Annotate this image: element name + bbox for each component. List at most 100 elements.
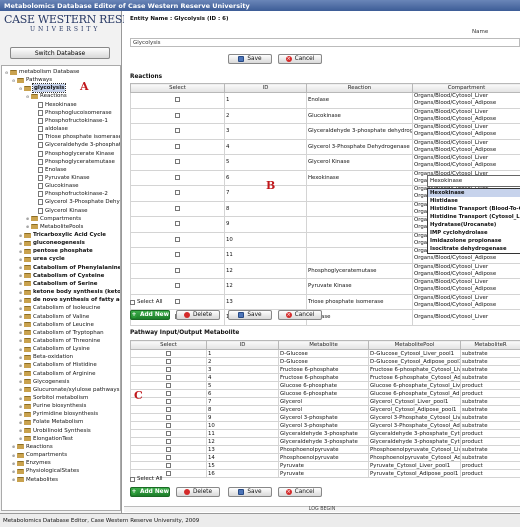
metabolite-metabolite[interactable]: Glyceraldehyde 3-phosphate (278, 429, 369, 438)
row-checkbox[interactable] (166, 422, 171, 428)
tree-node[interactable]: Hexokinase (32, 101, 77, 109)
reactions-select-all[interactable]: Select All (130, 299, 163, 305)
row-checkbox[interactable] (166, 470, 171, 476)
tree-node[interactable]: ⊕ Glucuronate/xylulose pathways (18, 386, 120, 394)
reaction-name[interactable]: Glycerol 3-Phosphate Dehydrogenase (306, 138, 413, 155)
col-metabolite-pool[interactable]: MetabolitePool (368, 340, 461, 350)
reaction-name[interactable]: Pyruvate Kinase (306, 278, 413, 295)
metabolite-pool[interactable]: D-Glucose_Cytosol_Adipose_pool1 (368, 357, 461, 366)
row-checkbox[interactable] (166, 366, 171, 372)
reaction-compartment[interactable]: Organs/Blood/Cytosol_LiverOrgans/Blood/C… (412, 138, 520, 155)
table-row[interactable]: 15 Pyruvate Pyruvate_Cytosol_Liver_pool1 pr… (130, 461, 520, 470)
tree-node[interactable]: ⊕ ElongationTest (18, 435, 73, 443)
reaction-name[interactable] (306, 247, 413, 264)
select-all-checkbox[interactable] (130, 299, 135, 305)
collapse-icon[interactable]: ⊖ (4, 70, 9, 75)
tree-node[interactable]: ⊕ PhysiologicalStates (11, 467, 79, 475)
tree-node[interactable]: Pyruvate Kinase (32, 174, 89, 182)
row-checkbox[interactable] (166, 358, 171, 364)
metabolite-role[interactable]: product (460, 437, 520, 446)
reaction-compartment[interactable]: Organs/Blood/Cytosol_LiverOrgans/Blood/C… (412, 154, 520, 171)
row-checkbox[interactable] (166, 398, 171, 404)
expand-icon[interactable]: ⊕ (18, 338, 23, 343)
metabolite-role[interactable]: substrate (460, 397, 520, 406)
metabolite-pool[interactable]: Glycerol 3-Phosphate_Cytosol_Adi... (368, 421, 461, 430)
save-reactions-button[interactable]: Save (228, 310, 272, 320)
tree-node[interactable]: Glycerol 3-Phosphate Dehy (32, 198, 120, 206)
tree-node[interactable]: Phosphoglucoisomerase (32, 109, 112, 117)
table-row[interactable]: 12 Pyruvate Kinase Organs/Blood/Cytosol_Li… (130, 278, 520, 295)
expand-icon[interactable]: ⊕ (18, 281, 23, 286)
reaction-name[interactable]: Phosphoglyceratemutase (306, 262, 413, 279)
table-row[interactable]: 1 Enolase Organs/Blood/Cytosol_Liver Organs… (130, 92, 520, 109)
tree-node[interactable]: Phosphofructokinase-2 (32, 190, 108, 198)
row-checkbox[interactable] (175, 267, 180, 273)
metabolite-metabolite[interactable]: Phosphoenolpyruvate (278, 453, 369, 462)
metabolite-metabolite[interactable]: D-Glucose (278, 357, 369, 366)
table-row[interactable]: 10 Glycerol 3-phosphate Glycerol 3-Phospha… (130, 421, 520, 430)
expand-icon[interactable]: ⊕ (18, 379, 23, 384)
col-id[interactable]: ID (224, 83, 307, 93)
metabolite-role[interactable]: substrate (460, 413, 520, 422)
table-row[interactable]: 9 Glycerol 3-phosphate Glycerol 3-Phosphat… (130, 413, 520, 422)
expand-icon[interactable]: ⊕ (18, 420, 23, 425)
metabolite-role[interactable]: product (460, 469, 520, 478)
select-all-checkbox[interactable] (130, 476, 135, 482)
table-row[interactable]: 13 Phosphoenolpyruvate Phosphoenolpyruvate… (130, 445, 520, 454)
row-checkbox[interactable] (175, 112, 180, 118)
switch-database-button[interactable]: Switch Database (10, 47, 110, 59)
collapse-icon[interactable] (32, 102, 37, 107)
metabolite-role[interactable]: substrate (460, 453, 520, 462)
row-checkbox[interactable] (175, 97, 180, 103)
collapse-icon[interactable] (32, 200, 37, 205)
table-row[interactable]: 11 Glyceraldehyde 3-phosphate Glyceraldehy… (130, 429, 520, 438)
table-row[interactable]: 13 Triose phosphate isomerase Organs/Blood… (130, 293, 520, 310)
add-new-reaction-button[interactable]: + Add New (130, 310, 170, 320)
tree-node[interactable]: ⊕ Catabolism of Leucine (18, 321, 94, 329)
row-checkbox[interactable] (166, 414, 171, 420)
tree-node[interactable]: ⊕ Pyrimidine biosynthesis (18, 410, 98, 418)
row-checkbox[interactable] (175, 190, 180, 196)
tree-node[interactable]: ⊕ Enzymes (11, 459, 51, 467)
reaction-compartment[interactable]: Organs/Blood/Cytosol_LiverOrgans/Blood/C… (412, 107, 520, 124)
reaction-compartment[interactable]: Organs/Blood/Cytosol_LiverOrgans/Blood/C… (412, 262, 520, 279)
expand-icon[interactable]: ⊕ (18, 241, 23, 246)
metabolite-pool[interactable]: Fructose 6-phosphate_Cytosol_Liv... (368, 365, 461, 374)
expand-icon[interactable]: ⊕ (18, 306, 23, 311)
metabolite-role[interactable]: substrate (460, 405, 520, 414)
dropdown-option[interactable]: Histidase (428, 197, 520, 205)
save-metabolites-button[interactable]: Save (228, 487, 272, 497)
expand-icon[interactable]: ⊕ (11, 461, 16, 466)
col-select[interactable]: Select (130, 83, 225, 93)
tree-node[interactable]: ⊕ Catabolism of Isoleucine (18, 304, 101, 312)
col-compartment[interactable]: Compartment (412, 83, 520, 93)
tree-node[interactable]: ⊕ Catabolism of Lysine (18, 345, 90, 353)
collapse-icon[interactable]: ⊖ (11, 78, 16, 83)
reaction-name[interactable]: Triose phosphate isomerase (306, 293, 413, 310)
tree-node[interactable]: ⊕ Catabolism of Arginine (18, 370, 96, 378)
delete-metabolite-button[interactable]: Delete (176, 487, 220, 497)
tree-node[interactable]: ⊕ Catabolism of Valine (18, 313, 90, 321)
metabolite-metabolite[interactable]: Glycerol 3-phosphate (278, 413, 369, 422)
row-checkbox[interactable] (175, 128, 180, 134)
collapse-icon[interactable]: ⊖ (25, 94, 30, 99)
metabolite-pool[interactable]: Fructose 6-phosphate_Cytosol_Adi... (368, 373, 461, 382)
metabolite-metabolite[interactable]: Glucose 6-phosphate (278, 389, 369, 398)
metabolite-role[interactable]: substrate (460, 421, 520, 430)
expand-icon[interactable]: ⊕ (18, 330, 23, 335)
collapse-icon[interactable] (32, 184, 37, 189)
metabolite-pool[interactable]: Glycerol 3-Phosphate_Cytosol_Liv... (368, 413, 461, 422)
metabolite-metabolite[interactable]: Glyceraldehyde 3-phosphate (278, 437, 369, 446)
reaction-name[interactable] (306, 200, 413, 217)
tree-node[interactable]: ⊕ de novo synthesis of fatty acids (18, 296, 120, 304)
expand-icon[interactable]: ⊕ (25, 216, 30, 221)
collapse-icon[interactable] (32, 151, 37, 156)
col-id[interactable]: ID (206, 340, 279, 350)
delete-reaction-button[interactable]: Delete (176, 310, 220, 320)
col-select[interactable]: Select (130, 340, 207, 350)
reaction-name[interactable]: Enolase (306, 92, 413, 109)
expand-icon[interactable]: ⊕ (18, 322, 23, 327)
reaction-compartment[interactable]: Organs/Blood/Cytosol_Liver (412, 309, 520, 326)
reaction-name[interactable]: Glucokinase (306, 107, 413, 124)
reaction-select[interactable]: Hexokinase (427, 175, 520, 187)
